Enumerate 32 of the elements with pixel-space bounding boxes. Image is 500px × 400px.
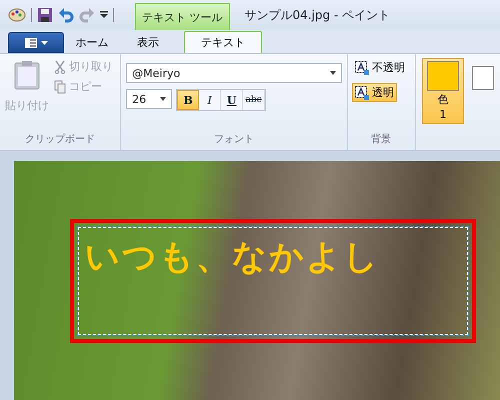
clipboard-icon xyxy=(14,60,40,90)
scissors-icon xyxy=(54,60,66,74)
color-1-button[interactable]: 色 1 xyxy=(422,58,464,124)
group-label: クリップボード xyxy=(24,132,96,147)
paint-app-icon[interactable] xyxy=(8,7,26,23)
copy-icon xyxy=(54,80,66,94)
text-frame-icon xyxy=(355,86,370,100)
font-size-dropdown[interactable]: 26 xyxy=(126,89,172,109)
window-title: サンプル04.jpg - ペイント xyxy=(244,6,390,24)
group-label: フォント xyxy=(213,133,256,147)
undo-icon[interactable] xyxy=(58,7,74,23)
text-style-button[interactable]: I xyxy=(199,90,222,110)
caret-icon xyxy=(160,97,166,101)
caret-icon xyxy=(330,71,336,75)
ribbon-tab[interactable]: 表示 xyxy=(120,31,176,53)
ribbon-tab[interactable]: ホーム xyxy=(64,31,120,53)
canvas-text: いつも、なかよし xyxy=(85,237,380,277)
app-menu-button[interactable] xyxy=(8,32,64,53)
background-option[interactable]: 透明 xyxy=(352,83,398,102)
ribbon-tab[interactable]: テキスト xyxy=(184,31,262,53)
text-frame-icon xyxy=(355,60,370,74)
dropdown-icon[interactable] xyxy=(100,11,108,19)
color-swatch[interactable] xyxy=(472,66,494,90)
text-style-button[interactable]: U xyxy=(221,90,244,110)
text-style-button[interactable]: B xyxy=(177,90,200,110)
background-option[interactable]: 不透明 xyxy=(352,58,408,77)
context-tab-header: テキスト ツール xyxy=(135,3,230,30)
font-family-dropdown[interactable]: @Meiryo xyxy=(126,63,342,83)
menu-icon xyxy=(23,36,49,48)
group-label: 背景 xyxy=(370,132,392,147)
save-icon[interactable] xyxy=(37,7,53,23)
text-style-button[interactable]: abc xyxy=(243,90,266,110)
